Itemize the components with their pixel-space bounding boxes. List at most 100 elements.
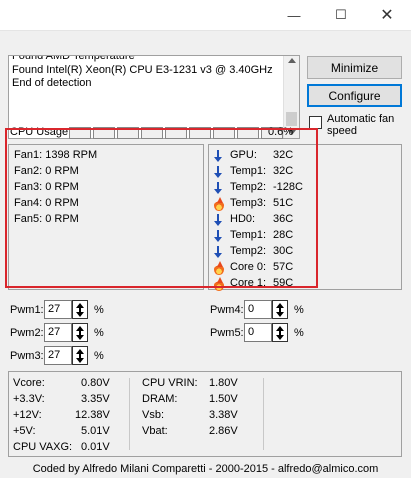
fan-row: Fan3: 0 RPM (14, 181, 79, 193)
pwm5-label: Pwm5: (210, 327, 244, 339)
temp-row: Temp2: -128C (213, 181, 393, 195)
voltage-name: Vcore: (13, 377, 45, 389)
voltage-row: CPU VRIN: (142, 377, 198, 389)
arrow-down-icon (213, 214, 225, 227)
fan-value: 1398 RPM (45, 149, 98, 161)
voltage-name: +12V: (13, 409, 42, 421)
fan-row: Fan5: 0 RPM (14, 213, 79, 225)
voltage-value: 1.50V (209, 393, 238, 405)
cpu-usage-cell (165, 127, 187, 139)
automatic-fan-speed-label: Automatic fan speed (327, 113, 395, 137)
temp-row: Temp1: 28C (213, 229, 393, 243)
voltage-row: +5V: (13, 425, 36, 437)
temp-name: Temp1: (230, 165, 267, 177)
title-bar: — ☐ ✕ (0, 0, 411, 30)
fan-value: 0 RPM (45, 197, 79, 209)
temp-name: GPU: (230, 149, 257, 161)
arrow-down-icon (213, 230, 225, 243)
spin-down-icon[interactable] (276, 312, 284, 317)
voltage-row: Vcore: (13, 377, 45, 389)
pwm2-spinner[interactable] (72, 323, 88, 342)
pwm4-spinner[interactable] (272, 300, 288, 319)
temp-row: Temp3: 51C (213, 197, 393, 211)
voltage-value: 12.38V (75, 409, 110, 421)
scroll-up-icon[interactable] (288, 58, 296, 63)
spin-down-icon[interactable] (76, 358, 84, 363)
voltage-name: Vsb: (142, 409, 165, 421)
flame-icon (213, 277, 225, 291)
cpu-usage-cell (189, 127, 211, 139)
fan-row: Fan2: 0 RPM (14, 165, 79, 177)
temp-name: Temp3: (230, 197, 267, 209)
temp-row: Temp1: 32C (213, 165, 393, 179)
spin-down-icon[interactable] (76, 335, 84, 340)
voltage-row: 2.86V (209, 425, 238, 437)
temp-value: 51C (273, 197, 294, 209)
pwm1-input[interactable]: 27 (44, 300, 72, 319)
temp-value: 28C (273, 229, 294, 241)
temp-row: GPU: 32C (213, 149, 393, 163)
temp-row: HD0: 36C (213, 213, 393, 227)
pwm3-spinner[interactable] (72, 346, 88, 365)
temp-name: Core 1: (230, 277, 267, 289)
voltage-value: 0.80V (81, 377, 110, 389)
temp-name: Core 0: (230, 261, 267, 273)
pwm4-unit: % (294, 304, 304, 316)
pwm3-label: Pwm3: (10, 350, 44, 362)
log-line: End of detection (12, 77, 92, 89)
pwm4-label: Pwm4: (210, 304, 244, 316)
temp-row: Core 1: 59C (213, 277, 393, 291)
cpu-usage-cell (117, 127, 139, 139)
fan-name: Fan4: (14, 197, 43, 209)
spin-down-icon[interactable] (276, 335, 284, 340)
scroll-thumb[interactable] (286, 112, 297, 126)
pwm5-unit: % (294, 327, 304, 339)
voltage-value: 1.80V (209, 377, 238, 389)
pwm2-unit: % (94, 327, 104, 339)
main-client-area: Found AMD Temperature Found Intel(R) Xeo… (0, 30, 411, 478)
voltage-value: 0.01V (81, 441, 110, 453)
voltage-row: 0.01V (81, 441, 110, 453)
cpu-usage-cell (141, 127, 163, 139)
fan-row: Fan1: 1398 RPM (14, 149, 97, 161)
voltage-row: CPU VAXG: (13, 441, 72, 453)
spin-down-icon[interactable] (76, 312, 84, 317)
window-minimize-button[interactable]: — (271, 0, 317, 30)
pwm5-input[interactable]: 0 (244, 323, 272, 342)
temp-value: 32C (273, 165, 294, 177)
cpu-usage-value: 0.6% (268, 126, 294, 138)
credits-footer: Coded by Alfredo Milani Comparetti - 200… (32, 463, 379, 475)
voltage-row: +3.3V: (13, 393, 45, 405)
cpu-usage-cell (69, 127, 91, 139)
arrow-down-icon (213, 246, 225, 259)
pwm4-input[interactable]: 0 (244, 300, 272, 319)
window-maximize-button[interactable]: ☐ (318, 0, 364, 30)
voltage-value: 3.35V (81, 393, 110, 405)
window-close-button[interactable]: ✕ (364, 0, 410, 30)
log-text: Found AMD Temperature Found Intel(R) Xeo… (12, 56, 282, 91)
pwm5-spinner[interactable] (272, 323, 288, 342)
voltage-row: Vbat: (142, 425, 168, 437)
voltage-value: 2.86V (209, 425, 238, 437)
minimize-button[interactable]: Minimize (307, 56, 402, 79)
arrow-down-icon (213, 182, 225, 195)
pwm3-input[interactable]: 27 (44, 346, 72, 365)
pwm2-input[interactable]: 27 (44, 323, 72, 342)
temp-value: -128C (273, 181, 303, 193)
fan-name: Fan1: (14, 149, 43, 161)
pwm1-unit: % (94, 304, 104, 316)
fan-name: Fan3: (14, 181, 43, 193)
automatic-fan-speed-checkbox[interactable] (309, 116, 322, 129)
temp-row: Temp2: 30C (213, 245, 393, 259)
pwm1-spinner[interactable] (72, 300, 88, 319)
temp-value: 57C (273, 261, 294, 273)
voltage-name: CPU VRIN: (142, 377, 198, 389)
fan-value: 0 RPM (45, 213, 79, 225)
log-line: Found Intel(R) Xeon(R) CPU E3-1231 v3 @ … (12, 63, 273, 76)
maximize-icon: ☐ (335, 7, 347, 22)
voltage-name: Vbat: (142, 425, 168, 437)
close-icon: ✕ (380, 7, 394, 24)
flame-icon (213, 261, 225, 275)
voltage-name: +5V: (13, 425, 36, 437)
configure-button[interactable]: Configure (307, 84, 402, 107)
